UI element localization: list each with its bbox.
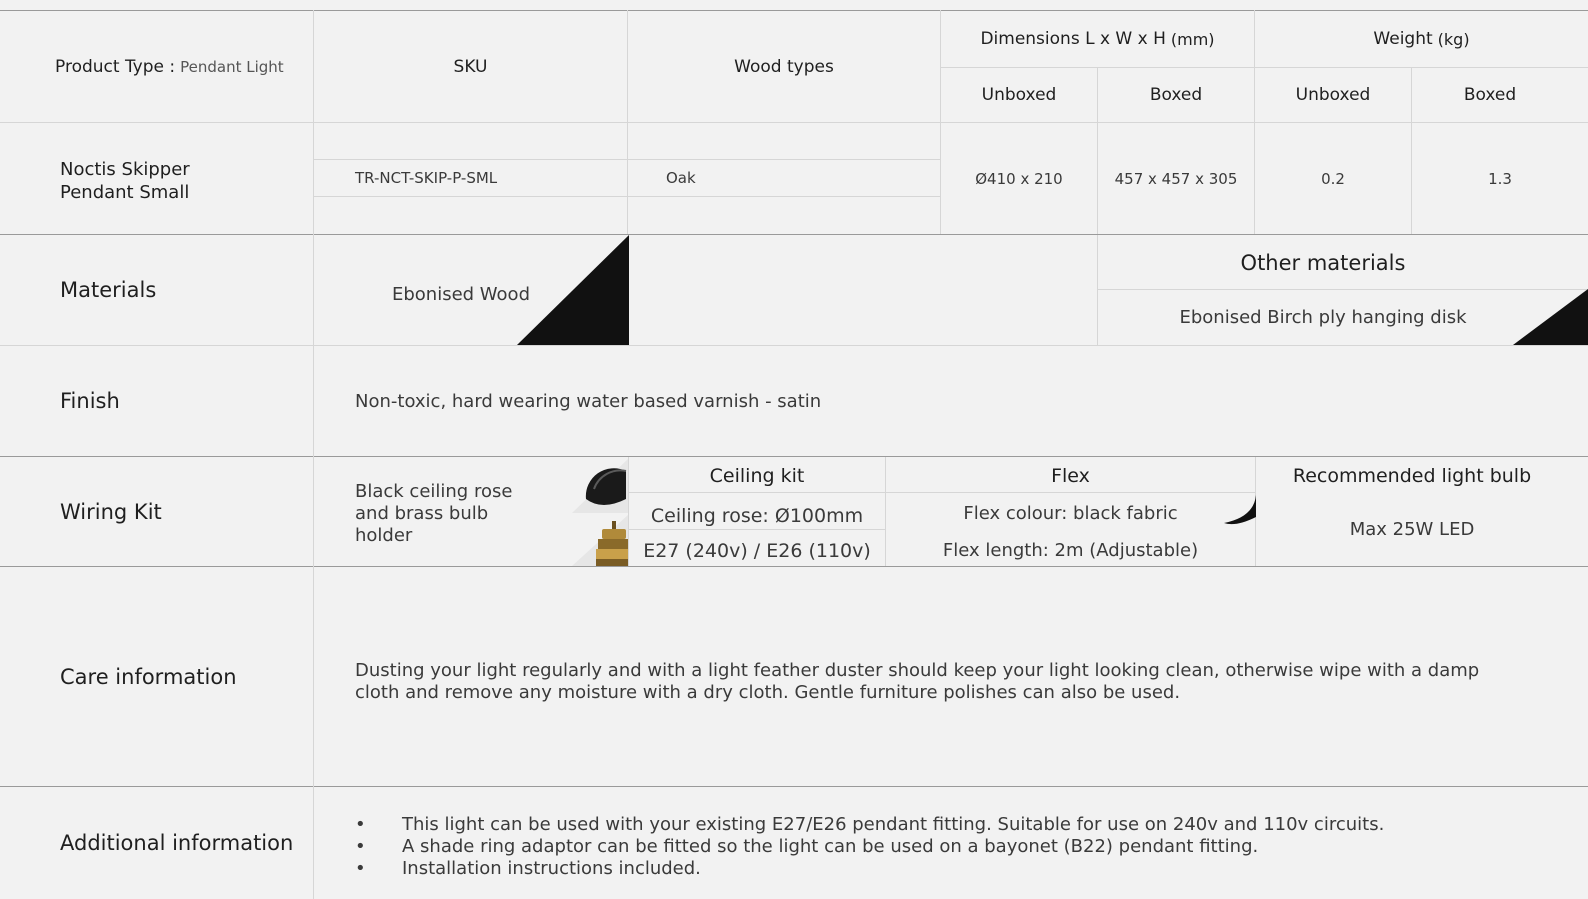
wiring-desc-line3: holder	[355, 525, 413, 546]
dimensions-unit: (mm)	[1170, 29, 1215, 49]
care-text: Dusting your light regularly and with a …	[355, 660, 1575, 704]
dim-boxed-header: Boxed	[1149, 85, 1203, 105]
ceiling-rose-icon	[572, 459, 628, 513]
weight-boxed-value: 1.3	[1488, 169, 1512, 188]
weight-unboxed-value: 0.2	[1321, 169, 1345, 188]
dim-unboxed-header: Unboxed	[981, 85, 1057, 105]
product-name-line1: Noctis Skipper	[60, 159, 190, 180]
ceiling-rose-value: Ceiling rose: Ø100mm	[650, 504, 864, 527]
sku-header: SKU	[453, 56, 488, 77]
wiring-label: Wiring Kit	[60, 499, 162, 524]
ceiling-kit-divider	[628, 529, 886, 530]
flex-cable-icon	[1224, 495, 1256, 525]
sku-value: TR-NCT-SKIP-P-SML	[355, 169, 498, 187]
product-type-header: Product Type : Pendant Light	[55, 11, 313, 122]
finish-value: Non-toxic, hard wearing water based varn…	[355, 390, 822, 412]
bulb-title: Recommended light bulb	[1292, 465, 1532, 487]
product-type-label: Product Type :	[55, 56, 176, 77]
birch-ply-swatch	[1513, 289, 1588, 345]
flex-length-value: Flex length: 2m (Adjustable)	[942, 539, 1199, 561]
bulb-fitting-value: E27 (240v) / E26 (110v)	[643, 539, 871, 562]
dimensions-header: Dimensions L x W x H (mm)	[941, 11, 1254, 67]
other-materials-title: Other materials	[1240, 250, 1406, 275]
product-name: Noctis Skipper Pendant Small	[60, 158, 310, 204]
ceiling-kit-title: Ceiling kit	[709, 465, 805, 487]
additional-item: Installation instructions included.	[355, 858, 1575, 880]
flex-title: Flex	[1051, 465, 1090, 487]
finish-row-border	[0, 456, 1588, 457]
label-column-divider	[313, 10, 314, 899]
wiring-desc-line1: Black ceiling rose	[355, 481, 513, 502]
additional-label: Additional information	[60, 831, 294, 855]
care-text-line2: cloth and remove any moisture with a dry…	[355, 682, 1181, 703]
weight-unboxed-header: Unboxed	[1295, 85, 1371, 105]
materials-label: Materials	[60, 278, 157, 302]
wiring-desc-line2: and brass bulb	[355, 503, 489, 524]
weight-label: Weight	[1373, 29, 1433, 49]
dimensions-label: Dimensions L x W x H	[980, 29, 1166, 49]
product-row-border	[0, 234, 1588, 235]
care-text-line1: Dusting your light regularly and with a …	[355, 660, 1480, 681]
product-type-value: Pendant Light	[180, 57, 284, 76]
weight-header: Weight (kg)	[1255, 11, 1588, 67]
additional-item: A shade ring adaptor can be fitted so th…	[355, 836, 1575, 858]
other-materials-value: Ebonised Birch ply hanging disk	[1179, 307, 1467, 328]
bulb-value: Max 25W LED	[1349, 519, 1475, 540]
brass-bulb-holder-icon	[572, 515, 628, 566]
flex-colour-value: Flex colour: black fabric	[963, 502, 1178, 524]
wiring-row-border	[0, 566, 1588, 567]
care-label: Care information	[60, 664, 237, 689]
finish-label: Finish	[60, 389, 120, 413]
wiring-description: Black ceiling rose and brass bulb holder	[355, 481, 555, 547]
dim-boxed-value: 457 x 457 x 305	[1114, 169, 1238, 188]
additional-list: This light can be used with your existin…	[355, 814, 1575, 880]
wood-types-header: Wood types	[734, 56, 834, 77]
additional-item: This light can be used with your existin…	[355, 814, 1575, 836]
ebonised-wood-swatch	[517, 235, 629, 345]
product-name-line2: Pendant Small	[60, 182, 190, 203]
weight-boxed-header: Boxed	[1463, 85, 1517, 105]
weight-unit: (kg)	[1437, 29, 1470, 49]
wiring-sub-divider	[628, 492, 1255, 493]
dim-unboxed-value: Ø410 x 210	[975, 169, 1063, 188]
wood-value: Oak	[666, 169, 696, 187]
